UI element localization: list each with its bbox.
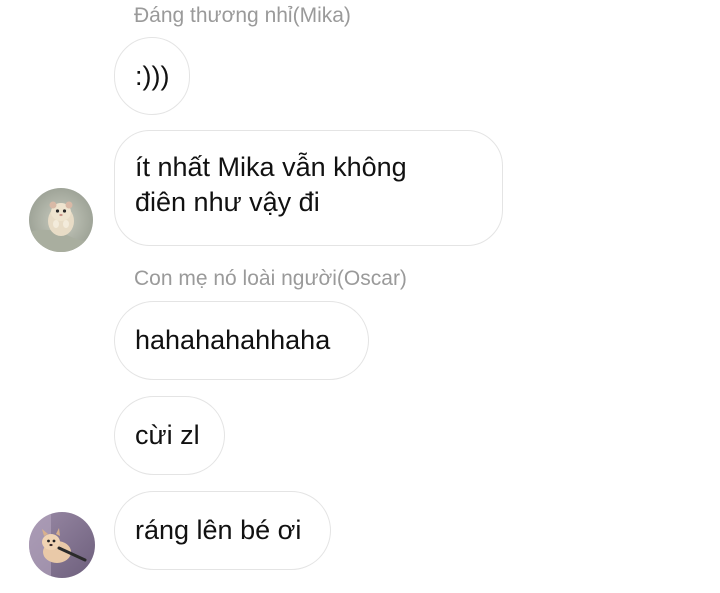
message-text: cừi zl [135,420,200,450]
message-text: hahahahahhaha [135,325,331,355]
message-text-line: điên như vậy đi [135,187,320,217]
sender-name-mika: Đáng thương nhỉ(Mika) [134,4,351,27]
message-text: :))) [135,60,170,91]
hamster-icon [29,188,93,252]
message-bubble[interactable]: hahahahahhaha [114,301,369,380]
message-text-line: ít nhất Mika vẫn không [135,152,407,182]
message-bubble[interactable]: :))) [114,37,190,115]
message-bubble[interactable]: cừi zl [114,396,225,475]
message-text: ráng lên bé ơi [135,515,302,545]
message-bubble[interactable]: ít nhất Mika vẫn không điên như vậy đi [114,130,503,246]
hamster-avatar[interactable] [29,188,93,252]
sender-name-oscar: Con mẹ nó loài người(Oscar) [134,267,407,290]
message-bubble[interactable]: ráng lên bé ơi [114,491,331,570]
puppy-avatar[interactable] [29,512,95,578]
puppy-icon [29,512,95,578]
